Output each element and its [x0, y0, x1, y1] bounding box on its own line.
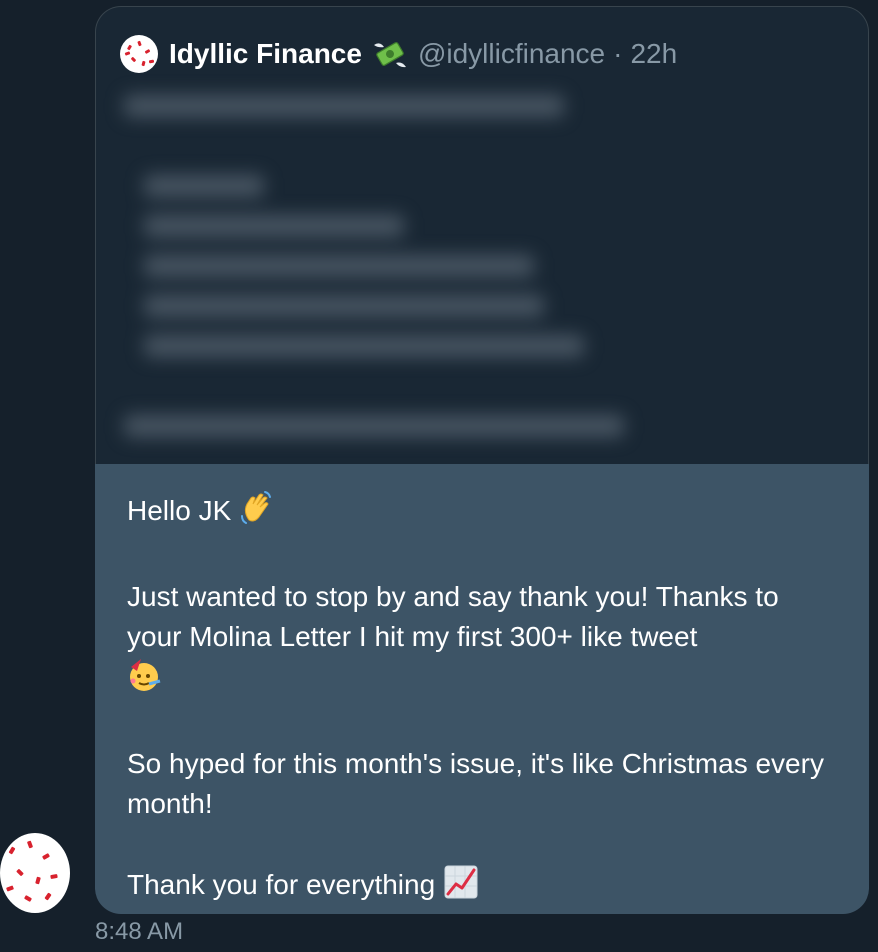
user-handle[interactable]: @idyllicfinance: [418, 38, 605, 70]
sender-avatar[interactable]: [0, 833, 70, 913]
message-timestamp: 8:48 AM: [95, 918, 184, 945]
tweet-time[interactable]: 22h: [630, 38, 677, 70]
dm-conversation: Idyllic Finance @idyllicfinance · 22h He…: [0, 0, 878, 952]
message-line: Hello JK: [127, 490, 835, 537]
separator-dot: ·: [613, 38, 623, 69]
message-line: Thank you for everything: [127, 864, 835, 911]
partying-face-icon: [127, 657, 163, 704]
waving-hand-icon: [239, 490, 275, 537]
message-line: So hyped for this month's issue, it's li…: [127, 748, 824, 819]
message-line: Just wanted to stop by and say thank you…: [127, 577, 835, 704]
money-with-wings-icon: [372, 39, 408, 69]
message-bubble[interactable]: Hello JK Just wanted to stop by and say …: [95, 464, 869, 914]
blurred-tweet-body: [114, 85, 674, 455]
quoted-tweet-header: Idyllic Finance @idyllicfinance · 22h: [120, 34, 677, 74]
display-name[interactable]: Idyllic Finance: [169, 38, 362, 70]
chart-increasing-icon: [443, 864, 479, 911]
quoted-tweet-card[interactable]: Idyllic Finance @idyllicfinance · 22h: [95, 6, 869, 464]
profile-avatar[interactable]: [120, 35, 158, 73]
